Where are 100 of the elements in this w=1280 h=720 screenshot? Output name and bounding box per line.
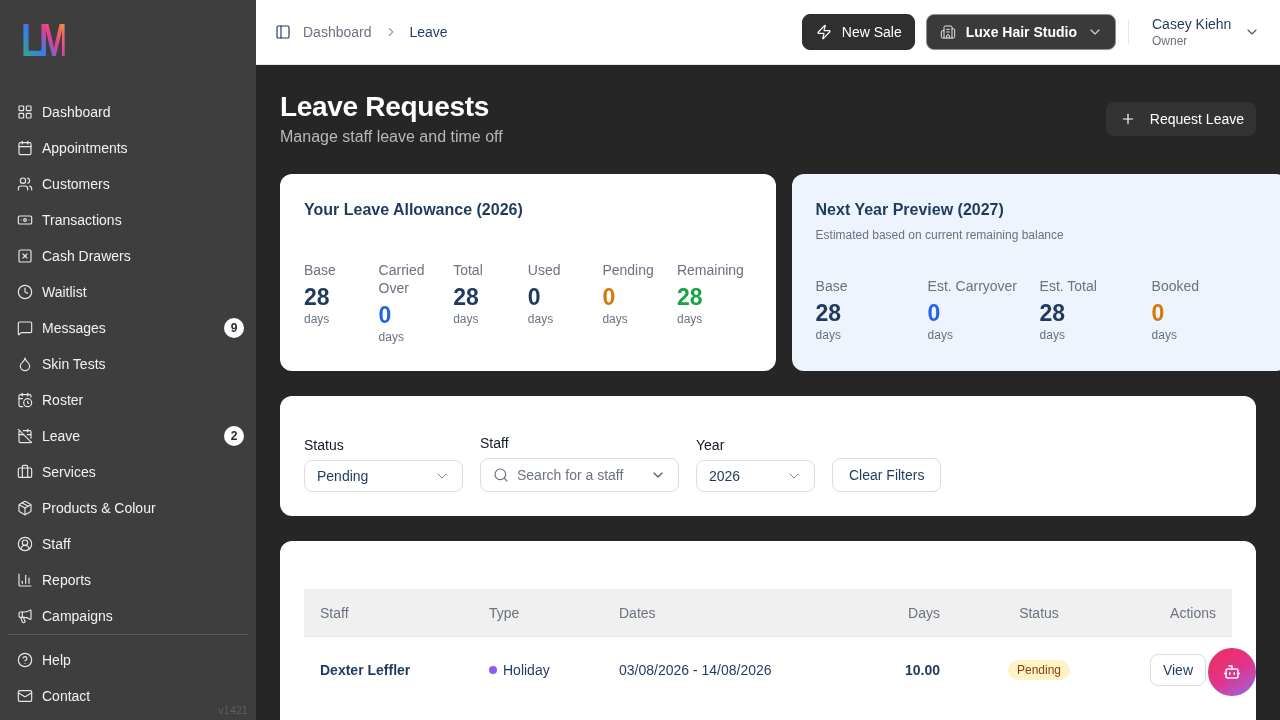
status-badge: Pending	[1007, 659, 1070, 680]
card-title: Next Year Preview (2027)	[815, 200, 1005, 220]
stat-label: Est. Total	[1039, 277, 1097, 295]
nav-item[interactable]: Messages	[17, 320, 106, 336]
stat-value: 0	[527, 283, 541, 311]
clear-filters-button[interactable]: Clear Filters	[832, 458, 942, 492]
stat-value: 0	[378, 301, 392, 329]
message-icon	[17, 320, 33, 336]
stat-label: Total	[453, 261, 483, 279]
calendar-off-icon	[17, 428, 33, 444]
column-header: Type	[488, 603, 521, 623]
page-title: Leave Requests	[280, 90, 490, 124]
stat-unit: days	[304, 311, 330, 327]
bar-chart-icon	[17, 572, 33, 588]
stat-label: Pending	[602, 261, 654, 279]
user-role: Owner	[1152, 33, 1189, 49]
select-field[interactable]: Pending	[304, 460, 463, 492]
leave-type: Holiday	[503, 661, 550, 678]
count-badge: 2	[224, 426, 244, 446]
select-field[interactable]: 2026	[696, 460, 815, 492]
nav-item[interactable]: Staff	[17, 536, 71, 552]
column-header: Days	[907, 603, 941, 623]
stat-unit: days	[1151, 327, 1177, 343]
stat-unit: days	[527, 311, 554, 327]
current-page-label: Leave	[409, 24, 448, 40]
stat-value: 0	[602, 283, 616, 311]
nav-item[interactable]: Roster	[17, 392, 84, 408]
clock-icon	[17, 284, 33, 300]
table-cell-text: 03/08/2026 - 14/08/2026	[618, 660, 773, 680]
card-subtitle: Estimated based on current remaining balance	[815, 227, 1065, 243]
search-icon	[493, 467, 509, 483]
user-circle-icon	[17, 536, 33, 552]
staff-name: Dexter Leffler	[319, 660, 412, 680]
stat-unit: days	[815, 327, 841, 343]
nav-item[interactable]: Cash Drawers	[17, 248, 131, 264]
stat-label: Booked	[1151, 277, 1200, 295]
users-icon	[17, 176, 33, 192]
calendar-clock-icon	[17, 392, 33, 408]
breadcrumb-link[interactable]: Dashboard	[303, 24, 372, 40]
column-header: Actions	[1169, 603, 1217, 623]
request-leave-button[interactable]: Request Leave	[1105, 102, 1256, 136]
lightning-icon	[815, 24, 832, 40]
help-icon	[17, 652, 33, 668]
field-label: Staff	[480, 434, 509, 453]
nav-item[interactable]: Appointments	[17, 140, 128, 156]
view-button[interactable]: View	[1149, 653, 1206, 686]
card-title: Your Leave Allowance (2026)	[304, 200, 524, 220]
mail-icon	[17, 688, 33, 704]
search-field[interactable]: Search for a staff	[480, 458, 679, 492]
nav-item[interactable]: Campaigns	[17, 608, 113, 624]
calendar-icon	[17, 140, 33, 156]
nav-item[interactable]: Products & Colour	[17, 500, 156, 516]
droplet-icon	[17, 356, 33, 372]
stat-label: Used	[527, 261, 561, 279]
stat-value: 28	[304, 283, 330, 311]
stat-value: 28	[815, 299, 842, 327]
column-header: Status	[1018, 603, 1060, 623]
nav-item[interactable]: Customers	[17, 176, 110, 192]
stat-value: 0	[1151, 299, 1165, 327]
stat-label: Remaining	[676, 261, 744, 279]
megaphone-icon	[17, 608, 33, 624]
nav-item[interactable]: Waitlist	[17, 284, 87, 300]
column-header: Dates	[618, 603, 657, 623]
package-icon	[17, 500, 33, 516]
stat-value: 28	[676, 283, 703, 311]
grid-icon	[17, 104, 33, 120]
nav-item[interactable]: Leave	[17, 428, 81, 444]
new-sale-button[interactable]: New Sale	[801, 14, 915, 50]
table-cell-text: 10.00	[903, 660, 941, 680]
nav-item[interactable]: Dashboard	[17, 104, 111, 120]
field-label: Year	[696, 436, 725, 455]
user-name: Casey Kiehn	[1152, 15, 1233, 33]
column-header: Staff	[319, 603, 350, 623]
sidebar-toggle-icon[interactable]	[275, 24, 291, 40]
stat-unit: days	[453, 311, 479, 327]
square-x-icon	[17, 248, 33, 264]
nav-item[interactable]: Contact	[17, 688, 91, 704]
count-badge: 9	[224, 318, 244, 338]
nav-item[interactable]: Transactions	[17, 212, 122, 228]
stat-label: Base	[304, 261, 336, 279]
stat-value: 28	[1039, 299, 1066, 327]
stat-value: 0	[927, 299, 941, 327]
stat-unit: days	[378, 329, 404, 345]
page-subtitle: Manage staff leave and time off	[280, 127, 503, 147]
field-label: Status	[304, 436, 344, 455]
stat-unit: days	[676, 311, 703, 327]
nav-item[interactable]: Reports	[17, 572, 92, 588]
briefcase-icon	[17, 464, 33, 480]
nav-item[interactable]: Skin Tests	[17, 356, 106, 372]
nav-item[interactable]: Help	[17, 652, 71, 668]
stat-unit: days	[602, 311, 628, 327]
stat-unit: days	[1039, 327, 1065, 343]
nav-item[interactable]: Services	[17, 464, 96, 480]
banknote-icon	[17, 212, 33, 228]
stat-label: Est. Carryover	[927, 277, 1018, 295]
robot-icon	[1223, 663, 1241, 681]
stat-value: 28	[453, 283, 479, 311]
stat-label: Base	[815, 277, 848, 295]
building-icon	[939, 24, 956, 40]
studio-selector[interactable]: Luxe Hair Studio	[925, 14, 1116, 50]
